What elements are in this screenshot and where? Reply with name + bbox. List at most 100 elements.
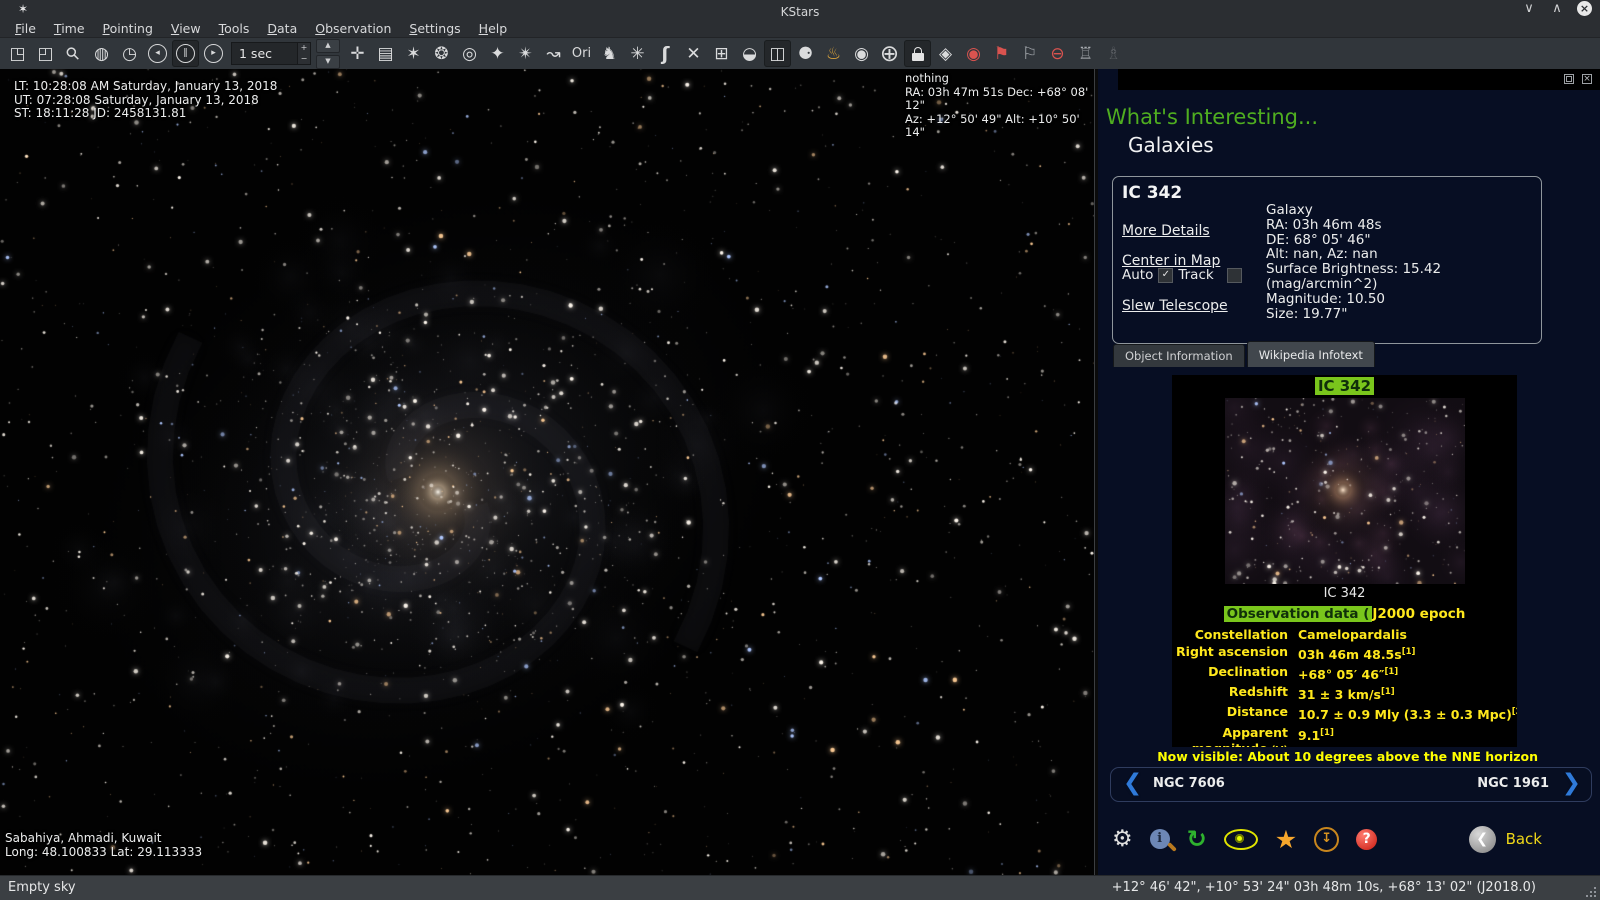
pointing-target-icon[interactable]: ✛ <box>344 40 371 67</box>
time-step-minus-icon[interactable]: − <box>298 54 310 65</box>
back-button[interactable]: ❮Back <box>1469 826 1542 853</box>
constellation-names-icon[interactable]: Ori <box>568 40 595 67</box>
time-step-spinbox[interactable]: 1 sec + − ▲ ▼ <box>231 39 340 69</box>
constellation-boundaries-icon[interactable]: ✕ <box>680 40 707 67</box>
sky-map[interactable]: LT: 10:28:08 AM Saturday, January 13, 20… <box>0 69 1094 875</box>
fov-symbol-icon[interactable]: ♨ <box>820 40 847 67</box>
hips-overlay-icon[interactable]: ◉ <box>848 40 875 67</box>
visibility-note: Now visible: About 10 degrees above the … <box>1157 749 1538 764</box>
menu-time[interactable]: Time <box>45 20 94 37</box>
slew-telescope-link[interactable]: Slew Telescope <box>1122 298 1228 314</box>
observation-row: ConstellationCamelopardalis <box>1176 627 1513 643</box>
minimize-icon[interactable]: ∨ <box>1521 1 1537 16</box>
observation-label: Declination <box>1176 664 1288 683</box>
auto-checkbox[interactable]: ✓ <box>1158 268 1173 283</box>
download-icon[interactable]: ↧ <box>1314 827 1339 852</box>
menu-observation[interactable]: Observation <box>306 20 400 37</box>
track-checkbox[interactable] <box>1227 268 1242 283</box>
select-region-icon[interactable]: ◳ <box>4 40 31 67</box>
mount-disabled-icon[interactable]: ♗ <box>1100 40 1127 67</box>
reload-icon[interactable]: ↻ <box>1187 825 1207 853</box>
set-time-icon[interactable]: ◷ <box>116 40 143 67</box>
add-flag-icon[interactable]: ⚑ <box>988 40 1015 67</box>
resize-grip-icon[interactable] <box>1582 883 1596 897</box>
more-details-link[interactable]: More Details <box>1122 223 1210 239</box>
observation-row: Right ascension03h 46m 48.5s[1] <box>1176 644 1513 663</box>
previous-object-label[interactable]: NGC 7606 <box>1153 776 1225 791</box>
step-forward-icon[interactable]: ▸ <box>200 40 227 67</box>
dock-windows-icon[interactable]: ◫ <box>764 40 791 67</box>
favorite-star-icon[interactable]: ★ <box>1275 825 1297 854</box>
tab-wikipedia-infotext[interactable]: Wikipedia Infotext <box>1247 341 1375 367</box>
constellation-lines-icon[interactable]: ✳ <box>624 40 651 67</box>
find-object-icon[interactable]: ⚲ <box>60 40 87 67</box>
remove-label-icon[interactable]: ⊖ <box>1044 40 1071 67</box>
close-panel-icon[interactable]: × <box>1582 74 1592 84</box>
step-backward-icon[interactable]: ◂ <box>144 40 171 67</box>
show-supernovae-icon[interactable]: ✦ <box>484 40 511 67</box>
indi-control-icon[interactable]: ⚈ <box>792 40 819 67</box>
telescope-crosshair-icon[interactable]: ⊕ <box>876 40 903 67</box>
time-step-increment[interactable]: + − <box>298 42 311 65</box>
menu-file[interactable]: File <box>6 20 45 37</box>
time-info-overlay: LT: 10:28:08 AM Saturday, January 13, 20… <box>14 80 277 121</box>
sky-image-icon[interactable]: ▤ <box>372 40 399 67</box>
time-step-plus-icon[interactable]: + <box>298 43 310 54</box>
menu-tools[interactable]: Tools <box>210 20 259 37</box>
observatory-icon[interactable]: ♖ <box>1072 40 1099 67</box>
details-info-icon[interactable]: i <box>1150 829 1170 849</box>
menu-settings[interactable]: Settings <box>400 20 469 37</box>
menu-pointing[interactable]: Pointing <box>94 20 162 37</box>
time-step-value[interactable]: 1 sec <box>231 42 298 65</box>
object-name: IC 342 <box>1122 183 1182 203</box>
menu-view[interactable]: View <box>162 20 210 37</box>
equatorial-grid-icon[interactable]: ⊞ <box>708 40 735 67</box>
show-satellites-icon[interactable]: ✴ <box>512 40 539 67</box>
galaxy-photo <box>1225 398 1465 584</box>
show-comet-trails-icon[interactable]: ↝ <box>540 40 567 67</box>
show-deepsky-icon[interactable]: ❂ <box>428 40 455 67</box>
maximize-icon[interactable]: ∧ <box>1549 1 1565 16</box>
panel-subtitle: Galaxies <box>1128 133 1214 157</box>
constellation-art-icon[interactable]: ♞ <box>596 40 623 67</box>
color-scheme-icon[interactable]: ◈ <box>932 40 959 67</box>
show-stars-icon[interactable]: ✶ <box>400 40 427 67</box>
record-object-icon[interactable]: ◉ <box>960 40 987 67</box>
observation-label: Redshift <box>1176 684 1288 703</box>
help-icon[interactable]: ? <box>1356 829 1377 850</box>
visibility-eye-icon[interactable] <box>1224 829 1258 850</box>
menu-help[interactable]: Help <box>470 20 517 37</box>
observation-data-table: ConstellationCamelopardalisRight ascensi… <box>1172 627 1517 747</box>
status-coordinates: +12° 46' 42", +10° 53' 24" 03h 48m 10s, … <box>1112 880 1536 895</box>
overlay-line: nothing <box>905 72 1094 86</box>
lock-position-icon[interactable] <box>904 40 931 67</box>
time-unit-down-icon[interactable]: ▼ <box>316 55 340 69</box>
time-unit-up-icon[interactable]: ▲ <box>316 39 340 53</box>
milky-way-icon[interactable]: ʃ <box>652 40 679 67</box>
geolocation-icon[interactable]: ◍ <box>88 40 115 67</box>
show-solar-system-icon[interactable]: ◎ <box>456 40 483 67</box>
menu-data[interactable]: Data <box>258 20 306 37</box>
close-icon[interactable]: × <box>1577 1 1592 16</box>
observation-row: Redshift31 ± 3 km/s[1] <box>1176 684 1513 703</box>
sky-map-canvas[interactable] <box>0 69 1094 875</box>
horizon-icon[interactable]: ◒ <box>736 40 763 67</box>
tab-object-information[interactable]: Object Information <box>1113 344 1245 367</box>
pause-icon[interactable]: ‖ <box>172 40 199 67</box>
wikipedia-infotext[interactable]: IC 342 IC 342 Observation data (J2000 ep… <box>1172 375 1517 747</box>
dock-title-strip: × <box>1118 69 1600 90</box>
settings-gear-icon[interactable]: ⚙ <box>1112 826 1133 852</box>
zoom-to-fit-icon[interactable]: ◰ <box>32 40 59 67</box>
observation-row: Declination+68° 05′ 46″[1] <box>1176 664 1513 683</box>
overlay-line: Alt: nan, Az: nan <box>1266 247 1441 262</box>
overlay-line: RA: 03h 46m 48s <box>1266 218 1441 233</box>
kstars-window: ✶ KStars ∨ ∧ × FileTimePointingViewTools… <box>0 0 1600 900</box>
back-chevron-icon[interactable]: ❮ <box>1469 826 1496 853</box>
float-panel-icon[interactable] <box>1564 74 1574 84</box>
next-object-arrow-icon[interactable]: ❯ <box>1562 770 1581 796</box>
next-object-label[interactable]: NGC 1961 <box>1477 776 1549 791</box>
window-controls: ∨ ∧ × <box>1521 1 1592 16</box>
flag-icon[interactable]: ⚐ <box>1016 40 1043 67</box>
previous-object-arrow-icon[interactable]: ❮ <box>1123 770 1142 796</box>
observation-data-header: Observation data (J2000 epoch <box>1172 606 1517 622</box>
